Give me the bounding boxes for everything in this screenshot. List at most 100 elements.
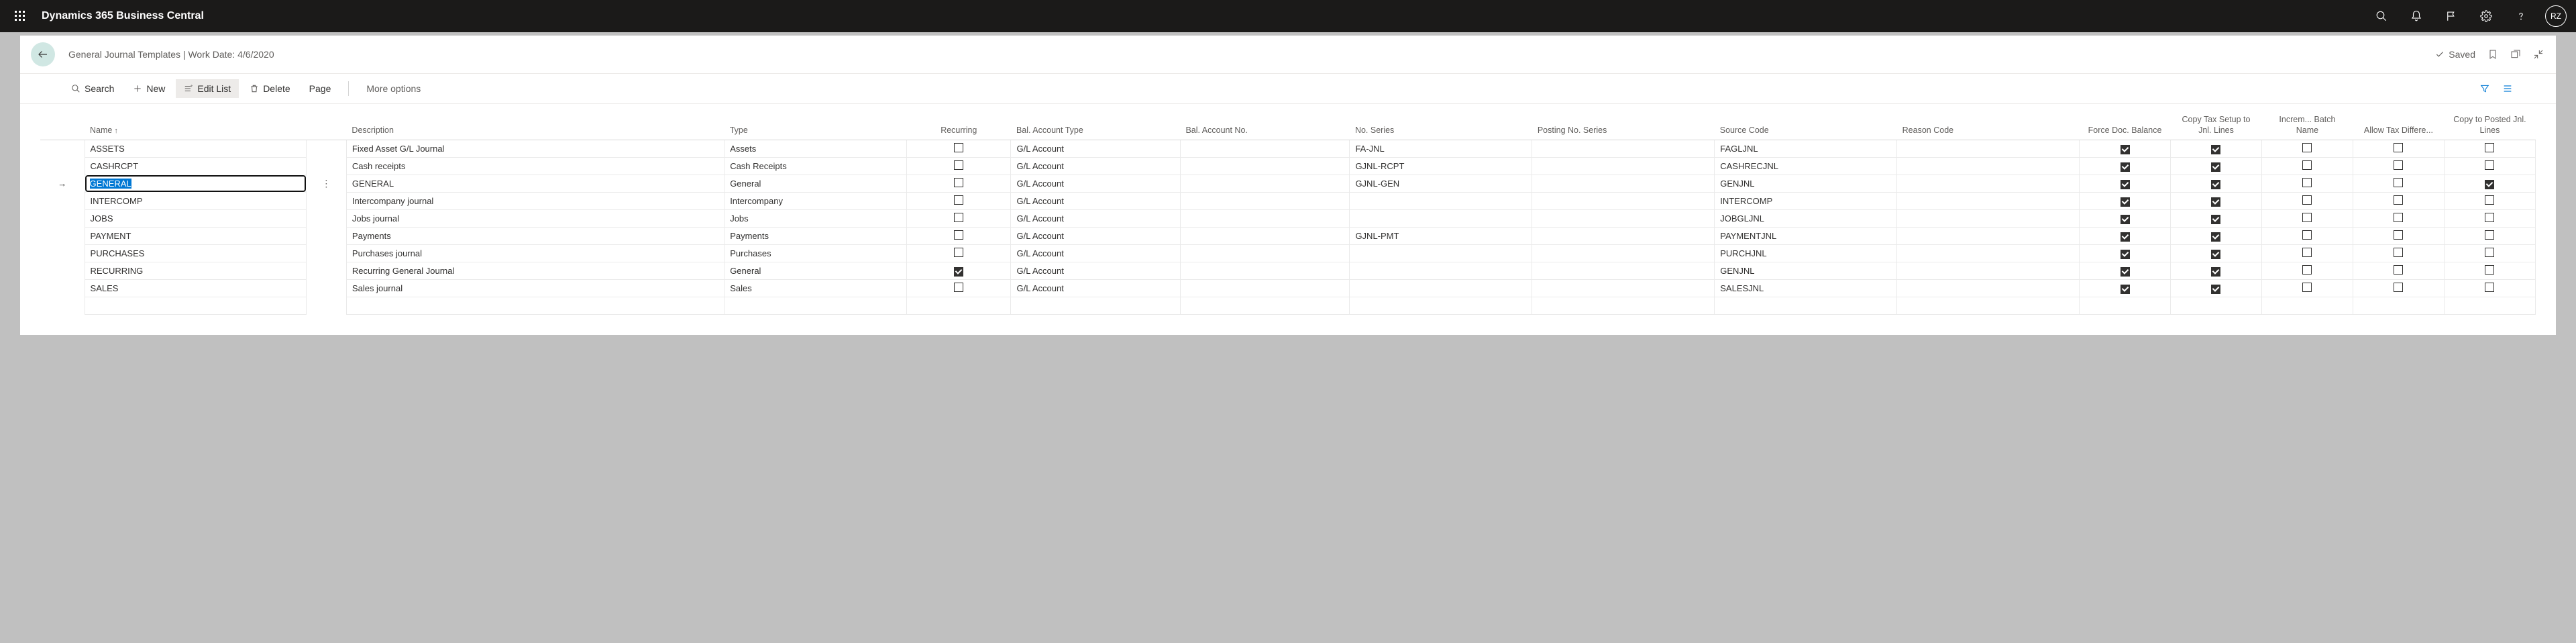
checkbox[interactable] xyxy=(2211,145,2220,154)
checkbox[interactable] xyxy=(954,195,963,205)
search-button[interactable]: Search xyxy=(63,79,122,98)
cell-bal-account-no[interactable] xyxy=(1180,158,1349,175)
cell-source-code[interactable]: PURCHJNL xyxy=(1715,245,1897,262)
row-indicator[interactable] xyxy=(40,228,85,245)
cell-copy-posted[interactable] xyxy=(2444,210,2535,228)
flag-icon[interactable] xyxy=(2435,0,2467,32)
cell-recurring[interactable] xyxy=(907,140,1011,158)
cell-type[interactable]: Purchases xyxy=(724,245,907,262)
page-button[interactable]: Page xyxy=(301,79,339,98)
checkbox[interactable] xyxy=(2211,267,2220,277)
edit-list-button[interactable]: Edit List xyxy=(176,79,239,98)
cell-increm-batch[interactable] xyxy=(2261,140,2353,158)
cell-reason-code[interactable] xyxy=(1897,262,2080,280)
cell-description[interactable]: Fixed Asset G/L Journal xyxy=(346,140,724,158)
app-launcher-icon[interactable] xyxy=(4,0,36,32)
cell-source-code[interactable]: SALESJNL xyxy=(1715,280,1897,297)
cell-reason-code[interactable] xyxy=(1897,175,2080,193)
col-increm-batch[interactable]: Increm... Batch Name xyxy=(2261,111,2353,140)
cell-recurring[interactable] xyxy=(907,262,1011,280)
cell-description[interactable]: Purchases journal xyxy=(346,245,724,262)
checkbox[interactable] xyxy=(2211,232,2220,242)
settings-icon[interactable] xyxy=(2470,0,2502,32)
checkbox[interactable] xyxy=(2211,180,2220,189)
empty-row[interactable] xyxy=(40,297,2536,315)
cell-name[interactable]: SALES xyxy=(85,280,306,297)
cell-bal-account-no[interactable] xyxy=(1180,262,1349,280)
cell-reason-code[interactable] xyxy=(1897,140,2080,158)
checkbox[interactable] xyxy=(2302,283,2312,292)
checkbox[interactable] xyxy=(954,160,963,170)
col-source-code[interactable]: Source Code xyxy=(1715,111,1897,140)
cell-bal-account-type[interactable]: G/L Account xyxy=(1011,210,1180,228)
cell-bal-account-type[interactable]: G/L Account xyxy=(1011,158,1180,175)
checkbox[interactable] xyxy=(2121,162,2130,172)
cell-posting-no-series[interactable] xyxy=(1532,262,1715,280)
checkbox[interactable] xyxy=(2485,143,2494,152)
checkbox[interactable] xyxy=(2485,213,2494,222)
checkbox[interactable] xyxy=(2394,160,2403,170)
checkbox[interactable] xyxy=(2394,283,2403,292)
col-bal-account-type[interactable]: Bal. Account Type xyxy=(1011,111,1180,140)
filter-icon[interactable] xyxy=(2479,83,2490,94)
table-row[interactable]: SALESSales journalSalesG/L AccountSALESJ… xyxy=(40,280,2536,297)
new-button[interactable]: New xyxy=(125,79,173,98)
row-menu[interactable] xyxy=(306,245,346,262)
cell-name[interactable]: INTERCOMP xyxy=(85,193,306,210)
checkbox[interactable] xyxy=(2302,230,2312,240)
cell-recurring[interactable] xyxy=(907,175,1011,193)
cell-type[interactable]: Jobs xyxy=(724,210,907,228)
checkbox[interactable] xyxy=(2485,265,2494,275)
col-copy-tax[interactable]: Copy Tax Setup to Jnl. Lines xyxy=(2171,111,2262,140)
cell-allow-tax[interactable] xyxy=(2353,193,2444,210)
back-button[interactable] xyxy=(31,42,55,66)
cell-force-doc-balance[interactable] xyxy=(2080,280,2171,297)
row-menu[interactable] xyxy=(306,140,346,158)
cell-recurring[interactable] xyxy=(907,193,1011,210)
cell-description[interactable]: Sales journal xyxy=(346,280,724,297)
more-options-button[interactable]: More options xyxy=(358,79,429,98)
col-description[interactable]: Description xyxy=(346,111,724,140)
checkbox[interactable] xyxy=(2302,178,2312,187)
cell-bal-account-type[interactable]: G/L Account xyxy=(1011,262,1180,280)
cell-copy-tax[interactable] xyxy=(2171,158,2262,175)
cell-name[interactable]: ASSETS xyxy=(85,140,306,158)
cell-force-doc-balance[interactable] xyxy=(2080,245,2171,262)
cell-source-code[interactable]: CASHRECJNL xyxy=(1715,158,1897,175)
cell-bal-account-no[interactable] xyxy=(1180,193,1349,210)
bookmark-icon[interactable] xyxy=(2487,49,2498,60)
cell-copy-tax[interactable] xyxy=(2171,210,2262,228)
cell-bal-account-type[interactable]: G/L Account xyxy=(1011,245,1180,262)
cell-copy-posted[interactable] xyxy=(2444,140,2535,158)
cell-copy-tax[interactable] xyxy=(2171,245,2262,262)
cell-bal-account-type[interactable]: G/L Account xyxy=(1011,280,1180,297)
cell-force-doc-balance[interactable] xyxy=(2080,193,2171,210)
checkbox[interactable] xyxy=(2121,145,2130,154)
checkbox[interactable] xyxy=(954,283,963,292)
cell-increm-batch[interactable] xyxy=(2261,228,2353,245)
row-indicator[interactable] xyxy=(40,245,85,262)
cell-source-code[interactable]: FAGLJNL xyxy=(1715,140,1897,158)
cell-bal-account-type[interactable]: G/L Account xyxy=(1011,228,1180,245)
cell-copy-tax[interactable] xyxy=(2171,140,2262,158)
row-indicator[interactable] xyxy=(40,193,85,210)
checkbox[interactable] xyxy=(954,230,963,240)
cell-allow-tax[interactable] xyxy=(2353,175,2444,193)
row-indicator[interactable]: → xyxy=(40,175,85,193)
cell-force-doc-balance[interactable] xyxy=(2080,158,2171,175)
search-icon[interactable] xyxy=(2365,0,2398,32)
cell-copy-tax[interactable] xyxy=(2171,193,2262,210)
checkbox[interactable] xyxy=(2485,180,2494,189)
cell-source-code[interactable]: PAYMENTJNL xyxy=(1715,228,1897,245)
cell-type[interactable]: General xyxy=(724,262,907,280)
cell-source-code[interactable]: GENJNL xyxy=(1715,262,1897,280)
checkbox[interactable] xyxy=(2394,178,2403,187)
cell-description[interactable]: Recurring General Journal xyxy=(346,262,724,280)
cell-copy-posted[interactable] xyxy=(2444,158,2535,175)
row-indicator[interactable] xyxy=(40,262,85,280)
checkbox[interactable] xyxy=(2485,283,2494,292)
table-row[interactable]: JOBSJobs journalJobsG/L AccountJOBGLJNL xyxy=(40,210,2536,228)
cell-posting-no-series[interactable] xyxy=(1532,193,1715,210)
cell-copy-posted[interactable] xyxy=(2444,228,2535,245)
cell-no-series[interactable]: FA-JNL xyxy=(1350,140,1532,158)
